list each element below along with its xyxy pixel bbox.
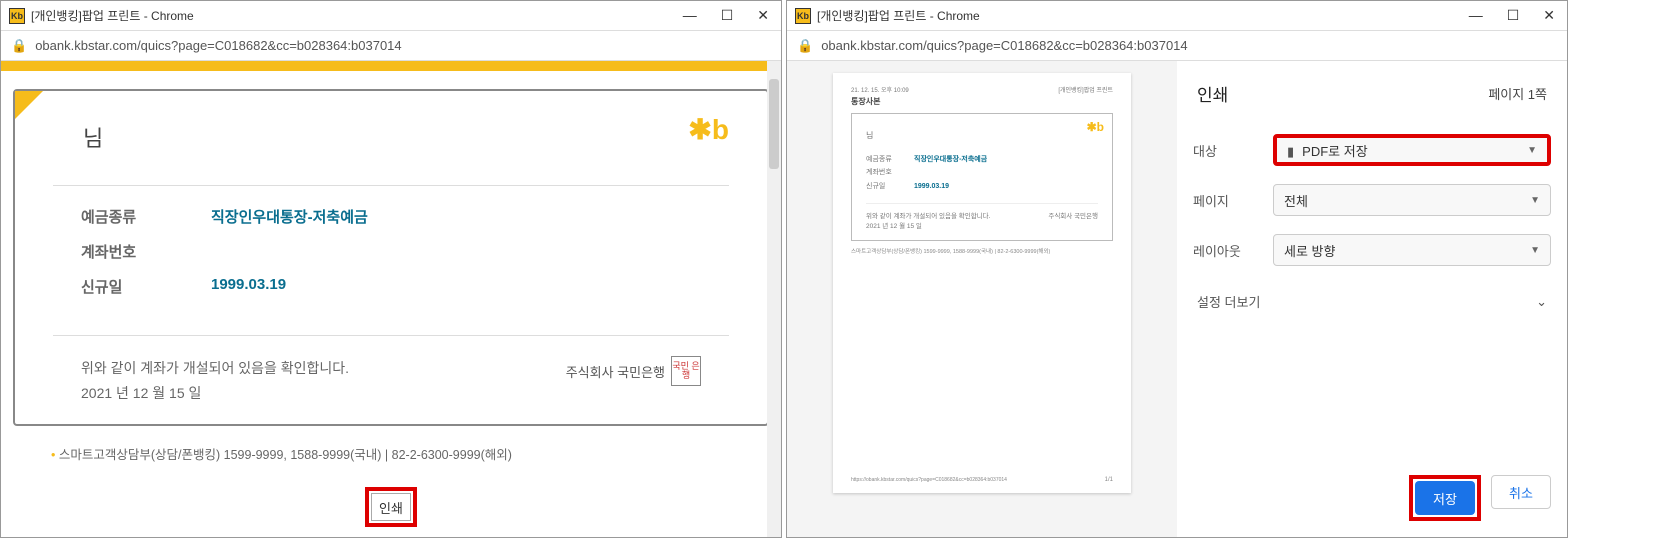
browser-window-right: Kb [개인뱅킹]팝업 프린트 - Chrome — ☐ ✕ 🔒 obank.k… bbox=[786, 0, 1568, 538]
label-open-date: 신규일 bbox=[81, 276, 211, 297]
preview-bank-name: 주식회사 국민은행 bbox=[1048, 210, 1098, 230]
close-icon[interactable]: ✕ bbox=[757, 7, 769, 24]
chevron-down-icon: ⌄ bbox=[1536, 294, 1547, 310]
label-account-number: 계좌번호 bbox=[81, 241, 211, 262]
preview-doc-title: 통장사본 bbox=[851, 96, 1113, 107]
confirm-section: 위와 같이 계좌가 개설되어 있음을 확인합니다. 2021 년 12 월 15… bbox=[53, 335, 729, 406]
select-pages-value: 전체 bbox=[1284, 191, 1308, 210]
url-text: obank.kbstar.com/quics?page=C018682&cc=b… bbox=[35, 38, 401, 53]
corner-accent bbox=[15, 91, 43, 119]
yellow-bar bbox=[1, 61, 781, 71]
favicon-icon: Kb bbox=[9, 8, 25, 24]
more-settings-toggle[interactable]: 설정 더보기 ⌄ bbox=[1193, 284, 1551, 319]
account-box: ✱b 님 예금종류 직장인우대통장-저축예금 계좌번호 신규일 1999.03.… bbox=[13, 89, 769, 426]
value-open-date: 1999.03.19 bbox=[211, 276, 286, 297]
save-button[interactable]: 저장 bbox=[1415, 481, 1475, 515]
window-controls: — ☐ ✕ bbox=[1469, 7, 1555, 24]
preview-confirm-date: 2021 년 12 월 15 일 bbox=[866, 220, 990, 230]
preview-label-acct: 계좌번호 bbox=[866, 166, 914, 179]
select-layout[interactable]: 세로 방향 ▼ bbox=[1273, 234, 1551, 266]
lock-icon: 🔒 bbox=[797, 38, 813, 54]
cancel-button[interactable]: 취소 bbox=[1491, 475, 1551, 509]
window-title: [개인뱅킹]팝업 프린트 - Chrome bbox=[31, 7, 683, 24]
label-deposit-type: 예금종류 bbox=[81, 206, 211, 227]
chevron-down-icon: ▼ bbox=[1530, 245, 1540, 256]
chevron-down-icon: ▼ bbox=[1530, 195, 1540, 206]
minimize-icon[interactable]: — bbox=[1469, 7, 1483, 24]
pdf-icon: ▮ bbox=[1287, 144, 1294, 159]
favicon-icon: Kb bbox=[795, 8, 811, 24]
print-page-count: 페이지 1쪽 bbox=[1488, 84, 1547, 103]
more-settings-label: 설정 더보기 bbox=[1197, 292, 1260, 311]
value-account-number-masked bbox=[211, 241, 351, 259]
titlebar: Kb [개인뱅킹]팝업 프린트 - Chrome — ☐ ✕ bbox=[787, 1, 1567, 31]
preview-value-date: 1999.03.19 bbox=[914, 183, 949, 190]
footer-text: 스마트고객상담부(상담/폰뱅킹) 1599-9999, 1588-9999(국내… bbox=[59, 448, 512, 462]
chevron-down-icon: ▼ bbox=[1527, 145, 1537, 156]
address-bar: 🔒 obank.kbstar.com/quics?page=C018682&cc… bbox=[1, 31, 781, 61]
page-content: ✱b 님 예금종류 직장인우대통장-저축예금 계좌번호 신규일 1999.03.… bbox=[1, 61, 781, 537]
bullet-icon: • bbox=[51, 448, 59, 462]
url-text: obank.kbstar.com/quics?page=C018682&cc=b… bbox=[821, 38, 1187, 53]
lock-icon: 🔒 bbox=[11, 38, 27, 54]
close-icon[interactable]: ✕ bbox=[1543, 7, 1555, 24]
preview-label-date: 신규일 bbox=[866, 180, 914, 193]
account-info: 예금종류 직장인우대통장-저축예금 계좌번호 신규일 1999.03.19 bbox=[53, 185, 729, 335]
maximize-icon[interactable]: ☐ bbox=[1507, 7, 1520, 24]
scrollbar-thumb[interactable] bbox=[769, 79, 779, 169]
preview-greeting: 님 bbox=[866, 130, 1098, 141]
value-deposit-type: 직장인우대통장-저축예금 bbox=[211, 206, 368, 227]
preview-confirm-text: 위와 같이 계좌가 개설되어 있음을 확인합니다. bbox=[866, 210, 990, 220]
save-button-highlight: 저장 bbox=[1409, 475, 1481, 521]
preview-timestamp: 21. 12. 15. 오후 10:09 bbox=[851, 85, 909, 94]
print-settings-panel: 인쇄 페이지 1쪽 대상 ▮ PDF로 저장 ▼ 페이지 전체 bbox=[1177, 61, 1567, 537]
print-preview-page: 21. 12. 15. 오후 10:09 [개인뱅킹]팝업 프린트 통장사본 ✱… bbox=[833, 73, 1131, 493]
scrollbar[interactable] bbox=[767, 61, 781, 537]
preview-header-right: [개인뱅킹]팝업 프린트 bbox=[1058, 85, 1113, 94]
minimize-icon[interactable]: — bbox=[683, 7, 697, 24]
print-button[interactable]: 인쇄 bbox=[371, 493, 411, 521]
preview-value-type: 직장인우대통장-저축예금 bbox=[914, 156, 987, 163]
preview-url: https://obank.kbstar.com/quics?page=C018… bbox=[851, 477, 1007, 483]
confirm-date: 2021 년 12 월 15 일 bbox=[81, 381, 349, 406]
bank-seal-icon: 국민 은행 bbox=[671, 356, 701, 386]
select-layout-value: 세로 방향 bbox=[1284, 241, 1335, 260]
select-pages[interactable]: 전체 ▼ bbox=[1273, 184, 1551, 216]
browser-window-left: Kb [개인뱅킹]팝업 프린트 - Chrome — ☐ ✕ 🔒 obank.k… bbox=[0, 0, 782, 538]
select-destination[interactable]: ▮ PDF로 저장 ▼ bbox=[1273, 134, 1551, 166]
preview-footer: 스마트고객상담부(상담/폰뱅킹) 1599-9999, 1588-9999(국내… bbox=[851, 247, 1113, 255]
print-preview-pane: 21. 12. 15. 오후 10:09 [개인뱅킹]팝업 프린트 통장사본 ✱… bbox=[787, 61, 1177, 537]
label-destination: 대상 bbox=[1193, 141, 1273, 160]
window-title: [개인뱅킹]팝업 프린트 - Chrome bbox=[817, 7, 1469, 24]
window-controls: — ☐ ✕ bbox=[683, 7, 769, 24]
label-pages: 페이지 bbox=[1193, 191, 1273, 210]
footer-contact: • 스마트고객상담부(상담/폰뱅킹) 1599-9999, 1588-9999(… bbox=[51, 426, 731, 463]
bank-name: 주식회사 국민은행 bbox=[566, 362, 665, 381]
kb-logo-icon: ✱b bbox=[688, 113, 729, 146]
print-button-highlight: 인쇄 bbox=[365, 487, 417, 527]
print-dialog-content: 21. 12. 15. 오후 10:09 [개인뱅킹]팝업 프린트 통장사본 ✱… bbox=[787, 61, 1567, 537]
preview-label-type: 예금종류 bbox=[866, 153, 914, 166]
confirm-text: 위와 같이 계좌가 개설되어 있음을 확인합니다. bbox=[81, 356, 349, 381]
print-panel-title: 인쇄 bbox=[1197, 81, 1228, 106]
select-destination-value: PDF로 저장 bbox=[1302, 144, 1368, 159]
preview-kb-logo-icon: ✱b bbox=[1087, 120, 1104, 134]
preview-page-number: 1/1 bbox=[1105, 477, 1113, 483]
address-bar: 🔒 obank.kbstar.com/quics?page=C018682&cc… bbox=[787, 31, 1567, 61]
label-layout: 레이아웃 bbox=[1193, 241, 1273, 260]
maximize-icon[interactable]: ☐ bbox=[721, 7, 734, 24]
customer-greeting: 님 bbox=[83, 121, 767, 153]
titlebar: Kb [개인뱅킹]팝업 프린트 - Chrome — ☐ ✕ bbox=[1, 1, 781, 31]
